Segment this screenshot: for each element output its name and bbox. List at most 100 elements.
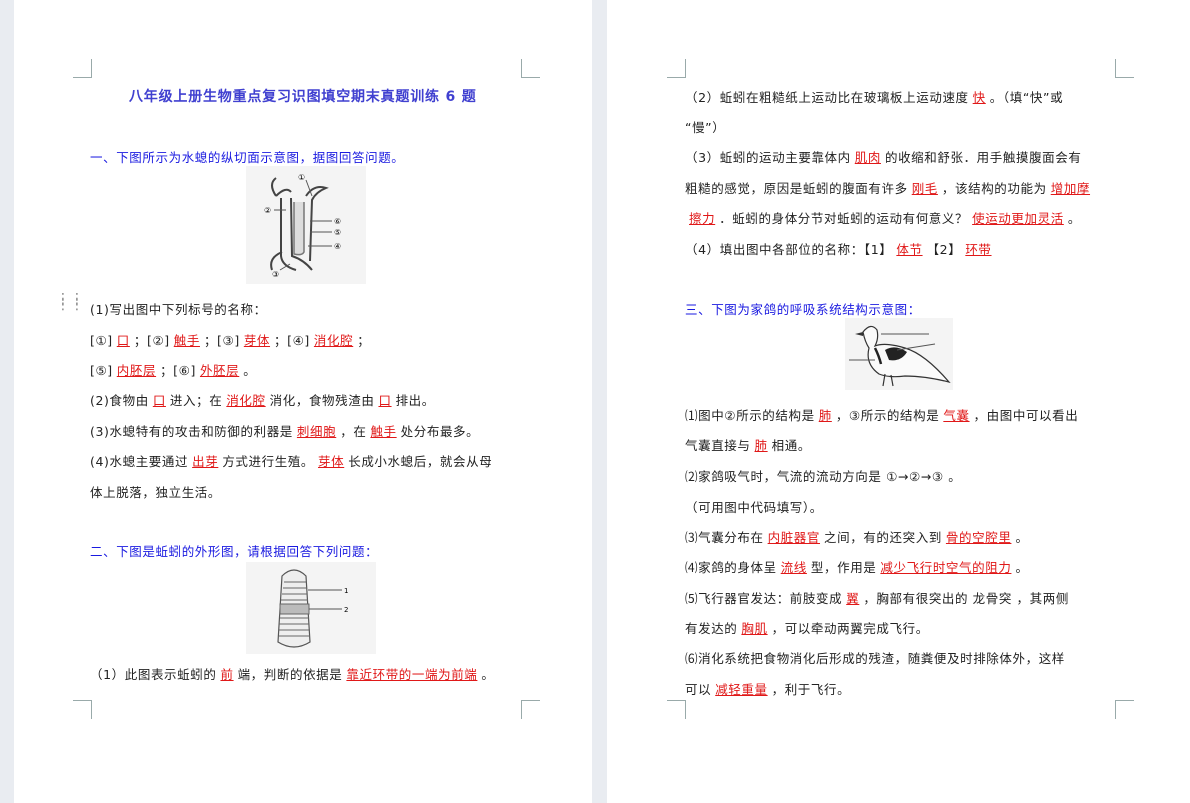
answer: 快 <box>972 90 986 105</box>
q2-line6: 擦力 ．蚯蚓的身体分节对蚯蚓的运动有何意义？ 使运动更加灵活。 <box>685 208 1081 227</box>
text: ； <box>357 333 371 348</box>
margin-corner-top-left <box>667 59 686 78</box>
text: 有发达的 <box>685 621 738 636</box>
text: 消化，食物残渣由 <box>269 393 375 408</box>
q1-sub1: (1)写出图中下列标号的名称： <box>90 302 267 317</box>
pigeon-figure <box>845 318 953 390</box>
text: 长成小水螅后，就会从母 <box>348 454 493 469</box>
answer: 靠近环带的一端为前端 <box>346 667 478 682</box>
q1-line2: (2)食物由口进入；在 消化腔 消化，食物残渣由口排出。 <box>90 390 435 409</box>
text: ⑷家鸽的身体呈 <box>685 560 777 575</box>
q1-row1: [①] 口；[②] 触手 ；[③] 芽体 ；[④] 消化腔； <box>90 330 370 349</box>
text: 方式进行生殖。 <box>222 454 315 469</box>
answer: 气囊 <box>943 408 970 423</box>
answer: 骨的空腔里 <box>945 530 1012 545</box>
text: 之间，有的还突入到 <box>824 530 942 545</box>
q3-line1: ⑴图中②所示的结构是肺，③所示的结构是 气囊 ，由图中可以看出 <box>685 405 1078 424</box>
text: ⑴图中②所示的结构是 <box>685 408 815 423</box>
answer: 口 <box>152 393 166 408</box>
q3-line9: ⑹消化系统把食物消化后形成的残渣，随粪便及时排除体外，这样 <box>685 651 1065 666</box>
text: ，可以牵动两翼完成飞行。 <box>771 621 929 636</box>
hydra-figure: ① ② ③ ④ ⑤ ⑥ <box>246 166 366 284</box>
answer: 刺细胞 <box>296 424 337 439</box>
q3-line7: ⑸飞行器官发达：前肢变成翼，胸部有很突出的 龙骨突 ，其两侧 <box>685 588 1069 607</box>
text: ，由图中可以看出 <box>973 408 1079 423</box>
text: 进入；在 <box>169 393 223 408</box>
answer: 使运动更加灵活 <box>972 211 1064 226</box>
answer: 环带 <box>965 242 992 257</box>
answer: 胸肌 <box>741 621 768 636</box>
q3-heading: 三、下图为家鸽的呼吸系统结构示意图： <box>685 302 921 317</box>
q3-line8: 有发达的 胸肌 ，可以牵动两翼完成飞行。 <box>685 618 929 637</box>
q2-line5: 粗糙的感觉，原因是蚯蚓的腹面有许多 刚毛 ，该结构的功能为 增加摩 <box>685 178 1094 197</box>
text: ，③所示的结构是 <box>835 408 940 423</box>
margin-corner-top-right <box>1115 59 1134 78</box>
answer: 出芽 <box>192 454 219 469</box>
text: [⑤] <box>90 363 113 378</box>
answer: 肺 <box>754 438 768 453</box>
text: （1）此图表示蚯蚓的 <box>90 667 217 682</box>
hydra-label-6: ⑥ <box>334 217 341 226</box>
q2-line1: （1）此图表示蚯蚓的前端，判断的依据是 靠近环带的一端为前端。 <box>90 664 495 683</box>
hydra-label-4: ④ <box>334 242 341 251</box>
text: ，胸部有很突出的 龙骨突 ，其两侧 <box>863 591 1069 606</box>
q2-line7: （4）填出图中各部位的名称：【1】 体节 【2】 环带 <box>685 239 996 258</box>
q1-line4: (4)水螅主要通过 出芽 方式进行生殖。 芽体 长成小水螅后，就会从母 <box>90 451 492 470</box>
text: 可以 <box>685 682 712 697</box>
q3-line5: ⑶气囊分布在 内脏器官 之间，有的还突入到 骨的空腔里。 <box>685 527 1029 546</box>
answer: 前 <box>220 667 234 682</box>
answer: 消化腔 <box>226 393 266 408</box>
text: (2)食物由 <box>90 393 149 408</box>
earthworm-diagram: 1 2 <box>277 569 348 648</box>
margin-corner-bottom-left <box>73 700 92 719</box>
earthworm-figure: 1 2 <box>246 562 376 654</box>
answer: 触手 <box>173 333 200 348</box>
q2-line2: （2）蚯蚓在粗糙纸上运动比在玻璃板上运动速度快。（填“快”或 <box>685 87 1063 106</box>
document-title: 八年级上册生物重点复习识图填空期末真题训练 6 题 <box>129 89 477 105</box>
text: 粗糙的感觉，原因是蚯蚓的腹面有许多 <box>685 181 908 196</box>
earthworm-label-2: 2 <box>344 606 348 614</box>
margin-corner-top-left <box>73 59 92 78</box>
q1-row2: [⑤] 内胚层 ；[⑥] 外胚层。 <box>90 360 256 379</box>
text: 。 <box>1015 560 1029 575</box>
answer: 体节 <box>896 242 923 257</box>
answer: 内脏器官 <box>767 530 821 545</box>
text: 【2】 <box>926 242 962 257</box>
hydra-label-1: ① <box>298 173 305 182</box>
text: 。 <box>1015 530 1029 545</box>
answer: 触手 <box>370 424 397 439</box>
answer: 增加摩 <box>1050 181 1091 196</box>
text: （3）蚯蚓的运动主要靠体内 <box>685 150 851 165</box>
text: 相通。 <box>771 438 811 453</box>
answer: 刚毛 <box>911 181 938 196</box>
margin-corner-bottom-right <box>1115 700 1134 719</box>
text: ．蚯蚓的身体分节对蚯蚓的运动有何意义？ <box>719 211 969 226</box>
text: 气囊直接与 <box>685 438 751 453</box>
q1-line3: (3)水螅特有的攻击和防御的利器是 刺细胞 ，在 触手 处分布最多。 <box>90 421 479 440</box>
text: ⑸飞行器官发达：前肢变成 <box>685 591 843 606</box>
margin-corner-bottom-left <box>667 700 686 719</box>
text: （2）蚯蚓在粗糙纸上运动比在玻璃板上运动速度 <box>685 90 969 105</box>
q2-line3: “慢”） <box>685 120 726 135</box>
margin-corner-top-right <box>521 59 540 78</box>
answer: 减轻重量 <box>715 682 768 697</box>
earthworm-label-1: 1 <box>344 587 348 595</box>
hydra-label-2: ② <box>264 206 271 215</box>
pigeon-diagram <box>849 325 951 387</box>
margin-corner-bottom-right <box>521 700 540 719</box>
answer: 口 <box>378 393 392 408</box>
drag-handle-icon[interactable]: ⋮⋮ ⋮⋮ <box>56 292 84 312</box>
answer: 芽体 <box>243 333 271 348</box>
hydra-diagram: ① ② ③ ④ ⑤ ⑥ <box>264 173 341 279</box>
answer: 消化腔 <box>313 333 354 348</box>
q1-line5: 体上脱落，独立生活。 <box>90 485 222 500</box>
text: (3)水螅特有的攻击和防御的利器是 <box>90 424 293 439</box>
text: ，在 <box>340 424 367 439</box>
text: ；[②] <box>133 333 170 348</box>
answer: 内胚层 <box>116 363 157 378</box>
text: （4）填出图中各部位的名称：【1】 <box>685 242 893 257</box>
document-page-left: 八年级上册生物重点复习识图填空期末真题训练 6 题 一、下图所示为水螅的纵切面示… <box>14 0 592 803</box>
q1-heading: 一、下图所示为水螅的纵切面示意图，据图回答问题。 <box>90 150 405 165</box>
answer: 擦力 <box>689 211 716 226</box>
text: [①] <box>90 333 113 348</box>
